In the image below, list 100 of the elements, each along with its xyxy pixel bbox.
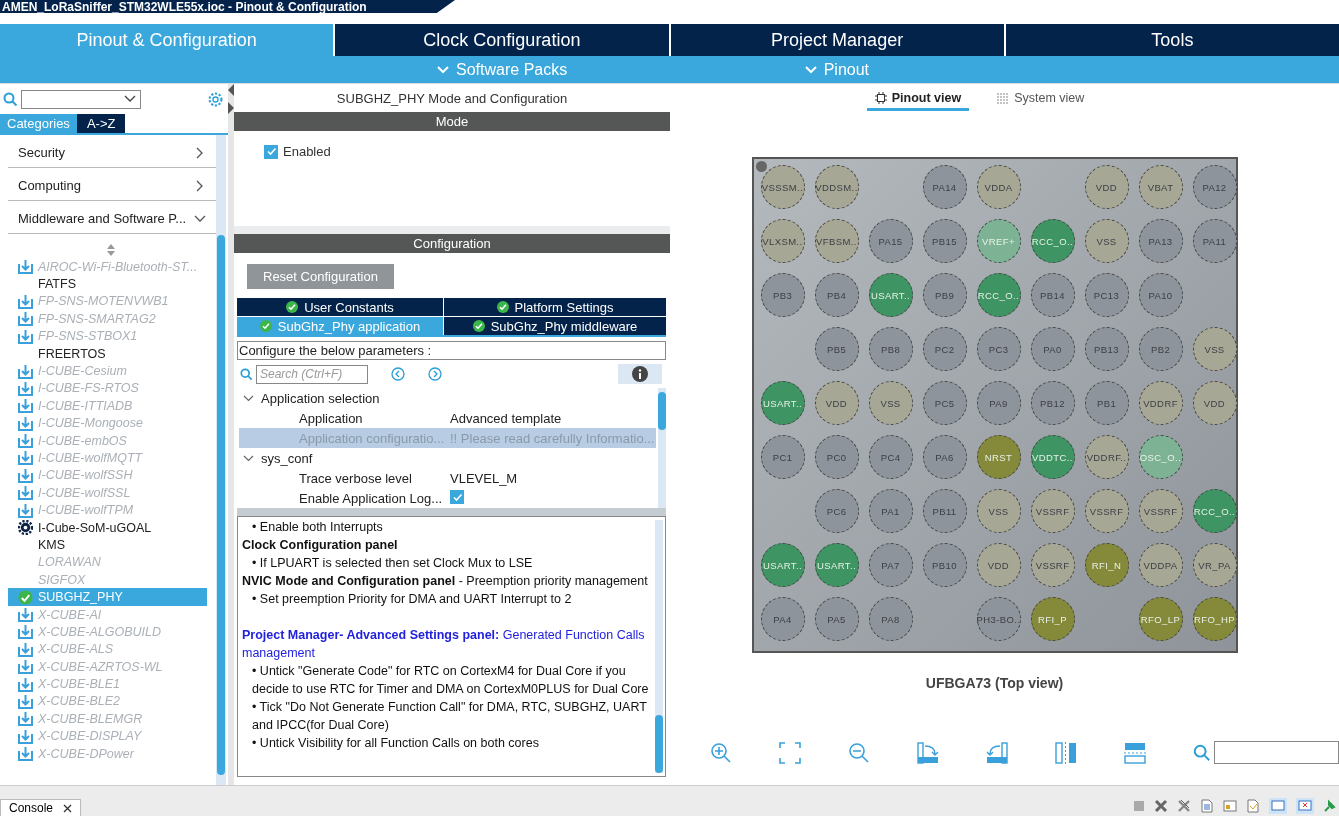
pin[interactable]: VDDRF.. bbox=[1084, 435, 1129, 479]
pin[interactable]: PA0 bbox=[1030, 327, 1075, 371]
software-pack-item[interactable]: I-Cube-SoM-uGOAL bbox=[8, 518, 207, 537]
zoom-in-icon[interactable] bbox=[710, 741, 732, 764]
config-tab[interactable]: SubGhz_Phy application bbox=[237, 317, 443, 335]
pin[interactable]: PB2 bbox=[1138, 327, 1183, 371]
software-pack-item[interactable]: FP-SNS-STBOX1 bbox=[8, 327, 207, 345]
software-pack-item[interactable]: X-CUBE-DISPLAY bbox=[8, 727, 207, 745]
pin[interactable]: RFO_LP bbox=[1138, 597, 1183, 641]
rotate-right-icon[interactable] bbox=[917, 741, 939, 764]
pin[interactable]: PH3-BO.. bbox=[976, 597, 1021, 641]
main-tab[interactable]: Pinout & Configuration bbox=[0, 24, 334, 56]
pin[interactable]: VSS bbox=[868, 381, 913, 425]
main-tab[interactable]: Tools bbox=[1003, 24, 1339, 56]
pin[interactable]: PC4 bbox=[868, 435, 913, 479]
config-tab[interactable]: SubGhz_Phy middleware bbox=[444, 317, 666, 335]
pin[interactable]: VDDTC.. bbox=[1030, 435, 1075, 479]
software-pack-item[interactable]: SUBGHZ_PHY bbox=[8, 588, 207, 606]
error-console-icon[interactable] bbox=[1296, 798, 1314, 814]
parameter-name[interactable]: Trace verbose level bbox=[239, 470, 444, 486]
pin-icon[interactable] bbox=[1323, 799, 1337, 813]
console-icon[interactable] bbox=[1269, 798, 1287, 814]
pin-search-field[interactable] bbox=[1214, 741, 1339, 764]
scrollbar-thumb[interactable] bbox=[217, 235, 225, 775]
software-pack-item[interactable]: FP-SNS-MOTENVWB1 bbox=[8, 292, 207, 311]
pin[interactable]: PA8 bbox=[868, 597, 913, 641]
zoom-out-icon[interactable] bbox=[848, 741, 870, 764]
document-icon[interactable] bbox=[1246, 799, 1260, 813]
dropdown-menu[interactable]: Pinout bbox=[798, 59, 876, 80]
pin[interactable]: PC0 bbox=[814, 435, 859, 479]
software-pack-item[interactable]: SIGFOX bbox=[8, 571, 207, 589]
parameter-checkbox[interactable] bbox=[450, 490, 464, 505]
pin[interactable]: USART.. bbox=[760, 543, 805, 587]
previous-icon[interactable] bbox=[391, 367, 405, 381]
view-tab[interactable]: Categories bbox=[0, 114, 77, 133]
pin[interactable]: PB10 bbox=[922, 543, 967, 587]
pin[interactable]: PB4 bbox=[814, 273, 859, 317]
software-pack-item[interactable]: X-CUBE-BLE1 bbox=[8, 675, 207, 693]
pin[interactable]: VDD bbox=[1084, 165, 1129, 209]
pin[interactable]: USART.. bbox=[814, 543, 859, 587]
software-pack-item[interactable]: I-CUBE-FS-RTOS bbox=[8, 379, 207, 398]
pin[interactable]: VDD bbox=[1192, 381, 1237, 425]
pin[interactable]: PB15 bbox=[922, 219, 967, 263]
pin[interactable]: USART.. bbox=[868, 273, 913, 317]
pin[interactable]: VREF+ bbox=[976, 219, 1021, 263]
main-tab[interactable]: Clock Configuration bbox=[333, 24, 669, 56]
pin[interactable]: VSSRF bbox=[1084, 489, 1129, 533]
pin[interactable]: VSSSM.. bbox=[760, 165, 805, 209]
search-dropdown[interactable] bbox=[21, 89, 141, 109]
pin[interactable]: VDDA bbox=[976, 165, 1021, 209]
config-tab[interactable]: Platform Settings bbox=[444, 298, 666, 316]
software-pack-item[interactable]: I-CUBE-wolfTPM bbox=[8, 501, 207, 519]
pin[interactable]: RCC_O.. bbox=[1192, 489, 1237, 533]
collapse-arrow-icon[interactable] bbox=[228, 84, 234, 114]
software-pack-item[interactable]: I-CUBE-ITTIADB bbox=[8, 397, 207, 415]
view-tab[interactable]: System view bbox=[989, 91, 1093, 111]
software-pack-item[interactable]: I-CUBE-wolfMQTT bbox=[8, 449, 207, 467]
pin[interactable]: PC13 bbox=[1084, 273, 1129, 317]
software-pack-item[interactable]: X-CUBE-ALGOBUILD bbox=[8, 623, 207, 641]
pin[interactable]: PB1 bbox=[1084, 381, 1129, 425]
close-icon[interactable] bbox=[63, 803, 73, 813]
pin[interactable]: PA1 bbox=[868, 489, 913, 533]
pin[interactable]: PA7 bbox=[868, 543, 913, 587]
software-pack-item[interactable]: I-CUBE-embOS bbox=[8, 431, 207, 450]
horizontal-split-icon[interactable] bbox=[1124, 741, 1146, 764]
pin[interactable]: RFI_P bbox=[1030, 597, 1075, 641]
pin[interactable]: VFBSM.. bbox=[814, 219, 859, 263]
pin[interactable]: PC5 bbox=[922, 381, 967, 425]
dropdown-menu[interactable]: Software Packs bbox=[431, 59, 574, 80]
main-tab[interactable]: Project Manager bbox=[668, 24, 1004, 56]
pin[interactable]: PA13 bbox=[1138, 219, 1183, 263]
pin[interactable]: VDD bbox=[814, 381, 859, 425]
parameter-name[interactable]: Application bbox=[239, 410, 444, 426]
software-pack-item[interactable]: I-CUBE-Cesium bbox=[8, 362, 207, 380]
stop-icon[interactable] bbox=[1133, 800, 1145, 812]
scrollbar-thumb[interactable] bbox=[658, 392, 666, 430]
pin[interactable]: VLXSM.. bbox=[760, 219, 805, 263]
view-tab[interactable]: A->Z bbox=[76, 114, 126, 133]
pin[interactable]: PB13 bbox=[1084, 327, 1129, 371]
pin[interactable]: PB11 bbox=[922, 489, 967, 533]
remove-all-icon[interactable] bbox=[1177, 799, 1191, 813]
pin[interactable]: PA9 bbox=[976, 381, 1021, 425]
pin[interactable]: NRST bbox=[976, 435, 1021, 479]
pin[interactable]: PA15 bbox=[868, 219, 913, 263]
next-icon[interactable] bbox=[428, 367, 442, 381]
pin[interactable]: USART.. bbox=[760, 381, 805, 425]
console-tab[interactable]: Console bbox=[0, 799, 82, 816]
pin[interactable]: PB3 bbox=[760, 273, 805, 317]
pin[interactable]: PC2 bbox=[922, 327, 967, 371]
software-pack-item[interactable]: I-CUBE-wolfSSL bbox=[8, 484, 207, 502]
scrollbar-thumb[interactable] bbox=[655, 715, 663, 773]
parameter-name[interactable]: Enable Application Log... bbox=[239, 490, 444, 506]
pin[interactable]: VDDRF bbox=[1138, 381, 1183, 425]
tree-group[interactable]: Application selection bbox=[237, 388, 658, 408]
software-pack-item[interactable]: X-CUBE-AZRTOS-WL bbox=[8, 658, 207, 676]
pin[interactable]: PA6 bbox=[922, 435, 967, 479]
pin[interactable]: PB8 bbox=[868, 327, 913, 371]
pin[interactable]: PA12 bbox=[1192, 165, 1237, 209]
software-pack-item[interactable]: AIROC-Wi-Fi-Bluetooth-ST... bbox=[8, 258, 207, 276]
search-field[interactable]: Search (Ctrl+F) bbox=[256, 364, 368, 384]
